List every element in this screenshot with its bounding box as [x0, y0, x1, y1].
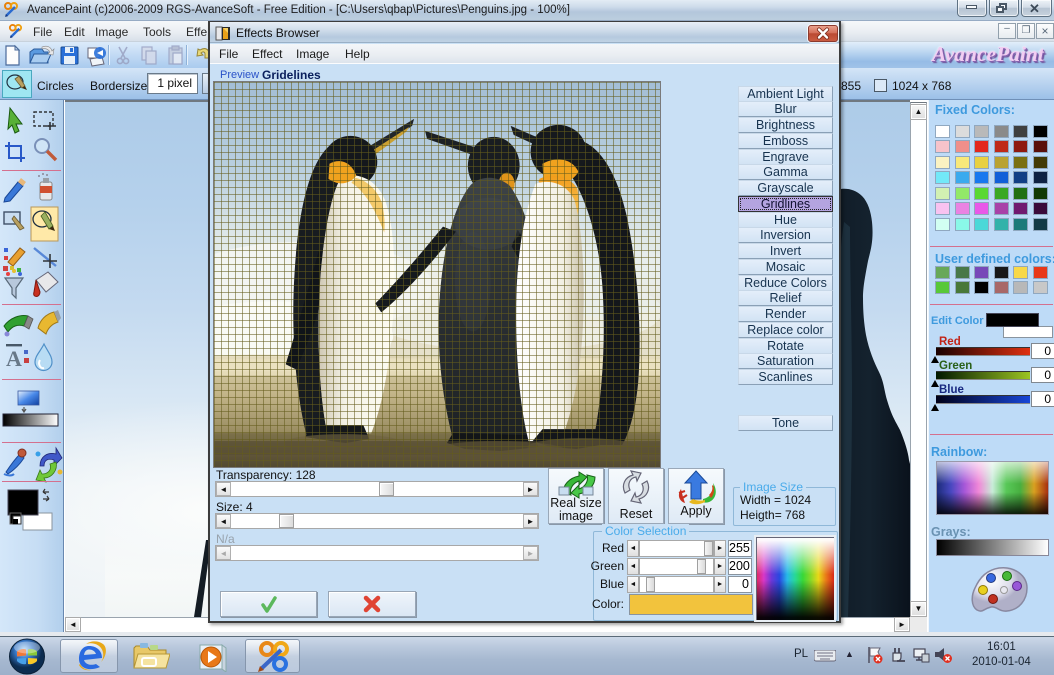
- svg-text:A: A: [6, 346, 22, 371]
